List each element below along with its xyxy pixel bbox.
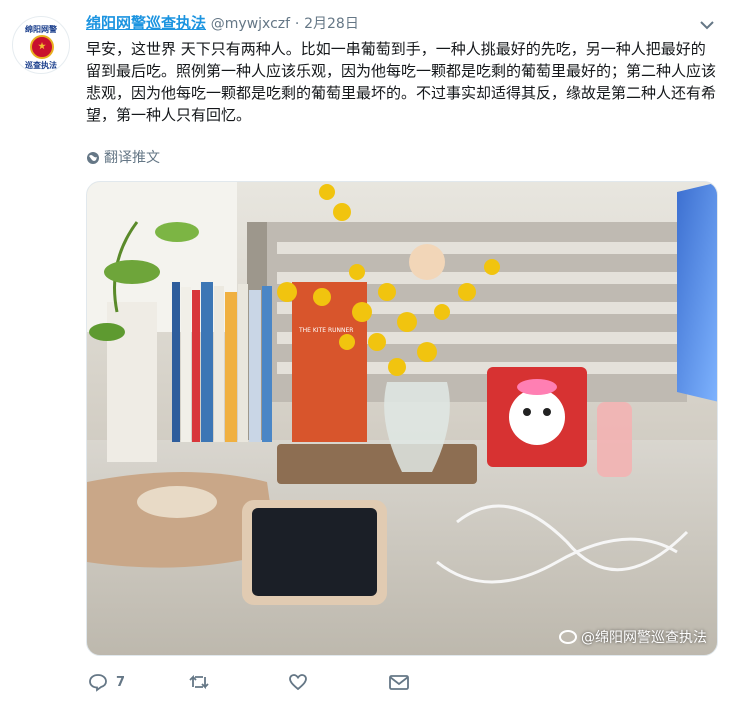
- translate-tweet-link[interactable]: 翻译推文: [86, 147, 160, 167]
- avatar-bottom-text: 巡查执法: [25, 60, 57, 70]
- author-handle[interactable]: @mywjxczf: [211, 16, 290, 32]
- message-icon: [389, 675, 409, 690]
- desk-photo-illustration: THE KITE RUNNER: [87, 182, 717, 655]
- reply-button[interactable]: 7: [88, 672, 125, 698]
- direct-message-button[interactable]: [388, 672, 410, 698]
- police-emblem-icon: [30, 35, 54, 59]
- avatar[interactable]: 绵阳网警 巡查执法: [12, 16, 70, 74]
- tweet-date[interactable]: 2月28日: [304, 16, 359, 32]
- tweet-photo[interactable]: THE KITE RUNNER @绵阳网警巡查执法: [86, 181, 718, 656]
- separator-dot: ·: [294, 16, 300, 32]
- translate-label: 翻译推文: [104, 150, 160, 166]
- retweet-button[interactable]: [188, 672, 218, 698]
- tweet-header: 绵阳网警巡查执法 @mywjxczf · 2月28日: [86, 12, 359, 34]
- reply-icon: [89, 674, 107, 692]
- watermark-text: @绵阳网警巡查执法: [581, 630, 707, 646]
- like-button[interactable]: [288, 672, 316, 698]
- tweet-actions: 7: [86, 672, 686, 698]
- image-watermark: @绵阳网警巡查执法: [559, 627, 707, 647]
- tweet: 绵阳网警 巡查执法 绵阳网警巡查执法 @mywjxczf · 2月28日 早安，…: [0, 0, 730, 705]
- author-name[interactable]: 绵阳网警巡查执法: [86, 14, 206, 32]
- weibo-icon: [559, 630, 577, 644]
- avatar-top-text: 绵阳网警: [25, 24, 57, 34]
- reply-count: 7: [116, 674, 126, 690]
- book-title-text: THE KITE RUNNER: [298, 327, 353, 334]
- chevron-down-icon[interactable]: [698, 18, 716, 32]
- tweet-text: 早安，这世界 天下只有两种人。比如一串葡萄到手，一种人挑最好的先吃，另一种人把最…: [86, 40, 717, 124]
- retweet-icon: [189, 674, 209, 690]
- globe-icon: [87, 152, 99, 164]
- like-icon: [289, 674, 307, 691]
